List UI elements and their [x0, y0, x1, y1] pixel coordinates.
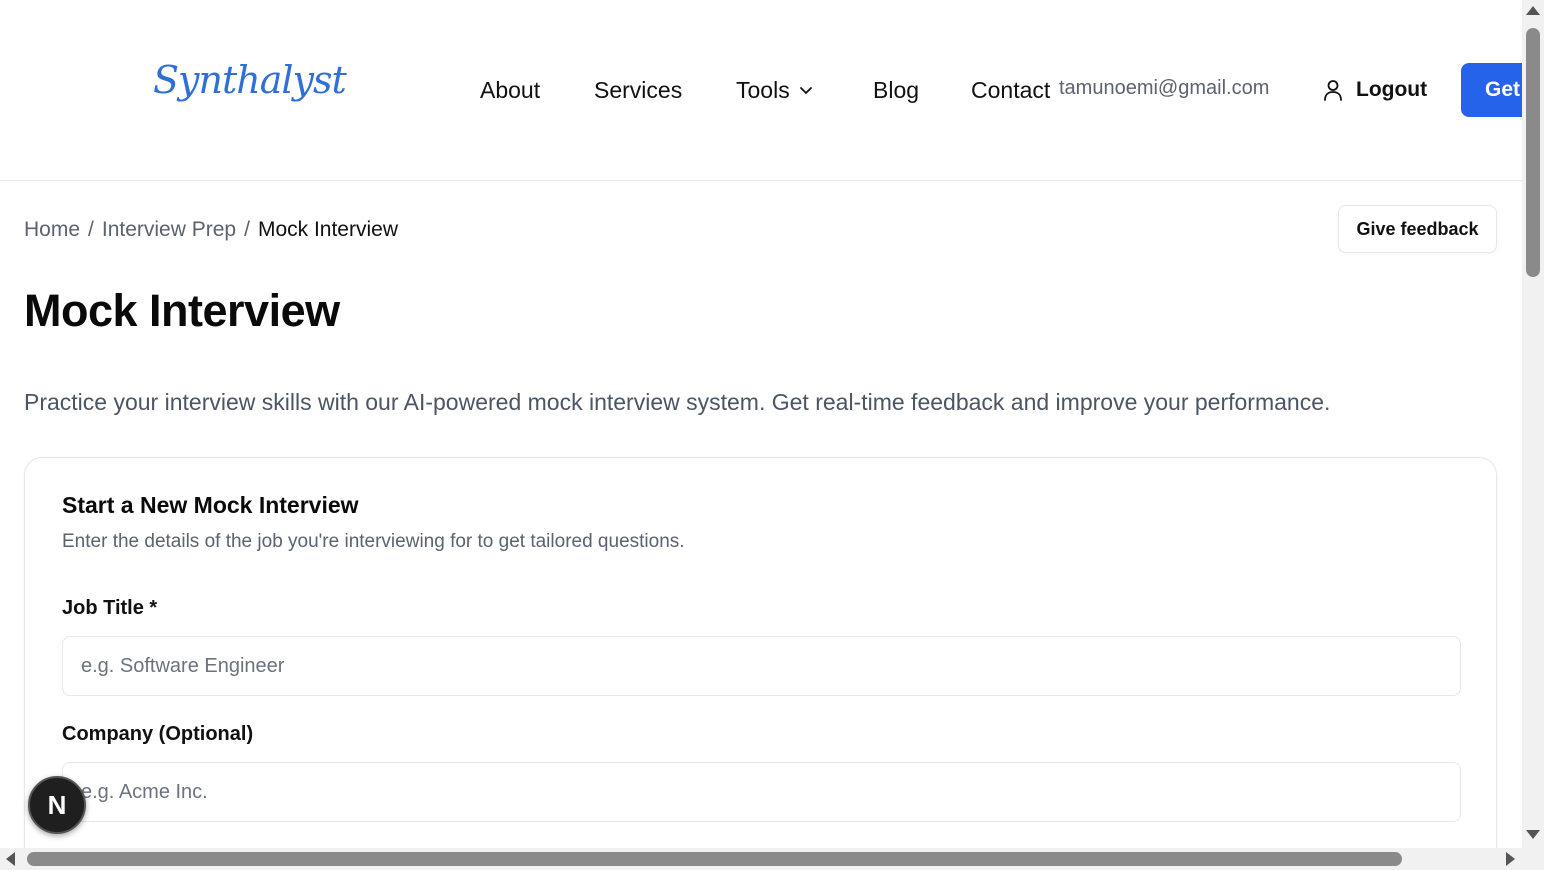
nav-about[interactable]: About	[480, 74, 540, 106]
scroll-down-arrow-icon[interactable]	[1526, 830, 1540, 839]
breadcrumb-home[interactable]: Home	[24, 218, 80, 242]
scroll-up-arrow-icon[interactable]	[1526, 6, 1540, 15]
nav-contact[interactable]: Contact	[971, 74, 1050, 106]
breadcrumb-current: Mock Interview	[257, 218, 398, 241]
breadcrumb-interview-prep[interactable]: Interview Prep	[102, 218, 236, 242]
logout-button[interactable]: Logout	[1322, 74, 1427, 106]
breadcrumb-separator: /	[244, 218, 250, 241]
site-header: Synthalyst About Services Tools Blog Con…	[0, 0, 1522, 181]
scroll-right-arrow-icon[interactable]	[1506, 852, 1515, 866]
nav-services[interactable]: Services	[594, 74, 682, 106]
scrollbar-corner	[1522, 848, 1544, 870]
nextjs-dev-badge[interactable]: N	[28, 776, 86, 834]
horizontal-scrollbar[interactable]	[0, 848, 1522, 870]
nav-services-label: Services	[594, 76, 683, 103]
chevron-down-icon	[798, 82, 814, 98]
page-title: Mock Interview	[24, 285, 340, 336]
vertical-scroll-thumb[interactable]	[1526, 28, 1540, 277]
horizontal-scroll-thumb[interactable]	[27, 852, 1402, 866]
breadcrumb: Home / Interview Prep / Mock Interview	[24, 218, 398, 242]
site-logo[interactable]: Synthalyst	[153, 58, 347, 102]
company-input[interactable]	[62, 762, 1461, 822]
nav-contact-label: Contact	[971, 76, 1051, 103]
user-email: tamunoemi@gmail.com	[1059, 77, 1270, 99]
page-description: Practice your interview skills with our …	[24, 389, 1331, 415]
user-icon	[1322, 78, 1344, 102]
nav-tools-label: Tools	[736, 76, 790, 103]
vertical-scrollbar[interactable]	[1522, 0, 1544, 848]
company-label: Company (Optional)	[62, 723, 254, 745]
page-viewport: Synthalyst About Services Tools Blog Con…	[0, 0, 1522, 848]
give-feedback-button[interactable]: Give feedback	[1338, 205, 1497, 253]
form-subtitle: Enter the details of the job you're inte…	[62, 531, 685, 552]
nav-tools-dropdown[interactable]: Tools	[736, 74, 814, 106]
mock-interview-form-card: Start a New Mock Interview Enter the det…	[24, 457, 1497, 848]
nav-blog-label: Blog	[873, 76, 920, 103]
breadcrumb-separator: /	[88, 218, 94, 241]
nav-blog[interactable]: Blog	[873, 74, 919, 106]
job-title-input[interactable]	[62, 636, 1461, 696]
get-started-button[interactable]: Get	[1461, 63, 1522, 117]
scroll-left-arrow-icon[interactable]	[6, 852, 15, 866]
nav-about-label: About	[480, 76, 541, 103]
form-title: Start a New Mock Interview	[62, 492, 359, 518]
logout-label: Logout	[1356, 78, 1428, 101]
job-title-label: Job Title *	[62, 597, 158, 619]
